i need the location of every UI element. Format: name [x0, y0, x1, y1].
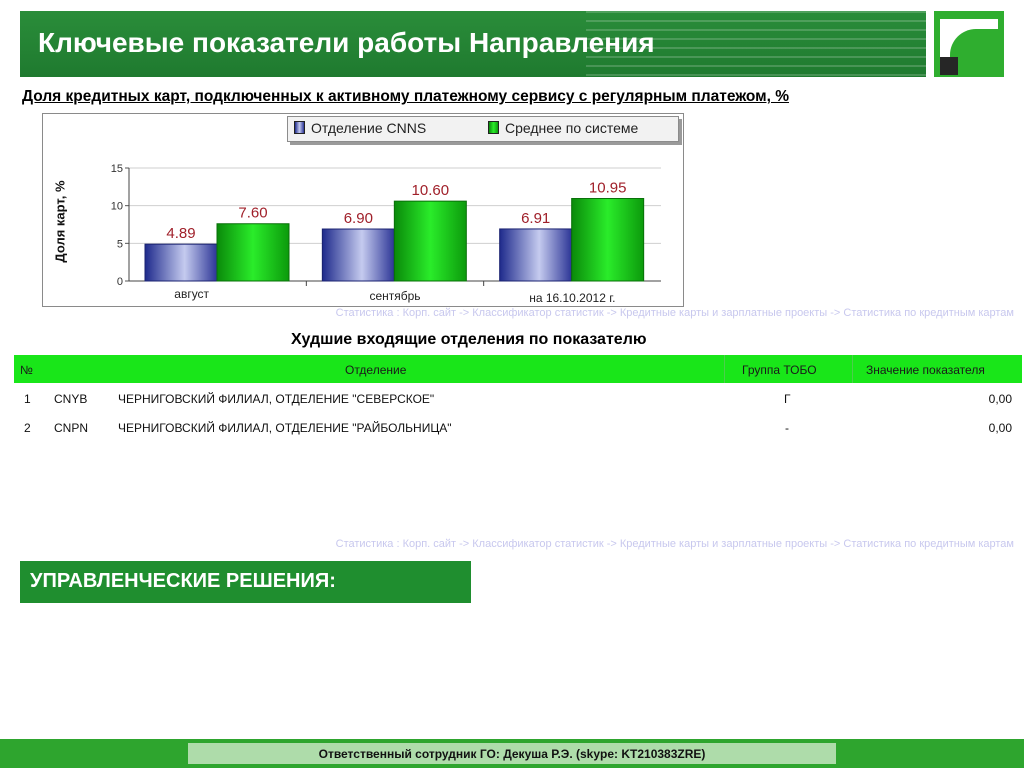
chart-canvas: 0 5 10 15 4.89 7.60 август 6.90 10.60 сентябрь 6.9… — [111, 163, 661, 305]
legend-item-cnns: Отделение CNNS — [294, 120, 426, 136]
bar-cnns — [321, 228, 395, 282]
row-code: CNPN — [54, 421, 89, 435]
header-branch: Отделение — [345, 363, 407, 377]
data-label: 4.89 — [166, 225, 195, 242]
page-title: Ключевые показатели работы Направления — [38, 27, 655, 58]
bar-system — [216, 223, 290, 282]
x-tick-label: август — [174, 287, 209, 301]
worst-branches-table: № Отделение Группа ТОБО Значение показат… — [14, 355, 1022, 441]
y-tick-label: 5 — [117, 238, 123, 250]
y-axis-label: Доля карт, % — [52, 180, 68, 263]
y-tick-label: 15 — [111, 163, 123, 175]
row-num: 2 — [24, 421, 31, 435]
chart-title: Доля кредитных карт, подключенных к акти… — [22, 88, 789, 105]
bar-system — [393, 200, 467, 282]
table-row: 2 CNPN ЧЕРНИГОВСКИЙ ФИЛИАЛ, ОТДЕЛЕНИЕ "Р… — [14, 412, 1022, 441]
bar-chart: 0 5 10 15 4.89 7.60 август 6.90 10.60 сентябрь 6.9… — [42, 113, 684, 307]
row-branch-name: ЧЕРНИГОВСКИЙ ФИЛИАЛ, ОТДЕЛЕНИЕ "РАЙБОЛЬН… — [118, 421, 452, 435]
row-num: 1 — [24, 392, 31, 406]
footer-bar: Ответственный сотрудник ГО: Декуша Р.Э. … — [0, 739, 1024, 768]
table-row: 1 CNYB ЧЕРНИГОВСКИЙ ФИЛИАЛ, ОТДЕЛЕНИЕ "С… — [14, 383, 1022, 412]
footer-contact: Ответственный сотрудник ГО: Декуша Р.Э. … — [318, 747, 706, 761]
header-value: Значение показателя — [866, 363, 985, 377]
data-label: 6.90 — [344, 210, 373, 227]
y-tick-label: 10 — [111, 201, 123, 213]
chart-legend: Отделение CNNS Среднее по системе — [287, 116, 679, 142]
header-banner: Ключевые показатели работы Направления — [20, 11, 926, 77]
data-label: 10.60 — [412, 182, 450, 199]
row-value: 0,00 — [988, 421, 1012, 435]
row-group: Г — [784, 392, 791, 406]
row-code: CNYB — [54, 392, 88, 406]
source-link-2[interactable]: Статистика : Корп. сайт -> Классификатор… — [336, 538, 1014, 550]
legend-label-system: Среднее по системе — [505, 120, 639, 136]
row-group: - — [785, 421, 789, 435]
data-label: 10.95 — [589, 180, 627, 197]
header-num: № — [20, 363, 33, 377]
table-header: № Отделение Группа ТОБО Значение показат… — [14, 355, 1022, 383]
bar-cnns — [499, 228, 573, 282]
bar-system — [571, 198, 645, 282]
decisions-label: УПРАВЛЕНЧЕСКИЕ РЕШЕНИЯ: — [30, 570, 336, 592]
legend-item-system: Среднее по системе — [488, 120, 638, 136]
x-tick-label: на 16.10.2012 г. — [529, 291, 615, 305]
bar-cnns — [144, 243, 218, 282]
legend-swatch-blue — [294, 121, 305, 134]
y-tick-label: 0 — [117, 276, 123, 288]
data-label: 6.91 — [521, 210, 550, 227]
table-title: Худшие входящие отделения по показателю — [291, 331, 647, 348]
legend-label-cnns: Отделение CNNS — [311, 120, 427, 136]
decisions-banner: УПРАВЛЕНЧЕСКИЕ РЕШЕНИЯ: — [20, 561, 471, 603]
source-link-1[interactable]: Статистика : Корп. сайт -> Классификатор… — [336, 307, 1014, 319]
legend-swatch-green — [488, 121, 499, 134]
row-value: 0,00 — [988, 392, 1012, 406]
header-group: Группа ТОБО — [742, 363, 817, 377]
data-label: 7.60 — [238, 205, 267, 222]
x-tick-label: сентябрь — [369, 289, 420, 303]
bank-logo-icon — [934, 11, 1004, 77]
row-branch-name: ЧЕРНИГОВСКИЙ ФИЛИАЛ, ОТДЕЛЕНИЕ "СЕВЕРСКО… — [118, 392, 435, 406]
